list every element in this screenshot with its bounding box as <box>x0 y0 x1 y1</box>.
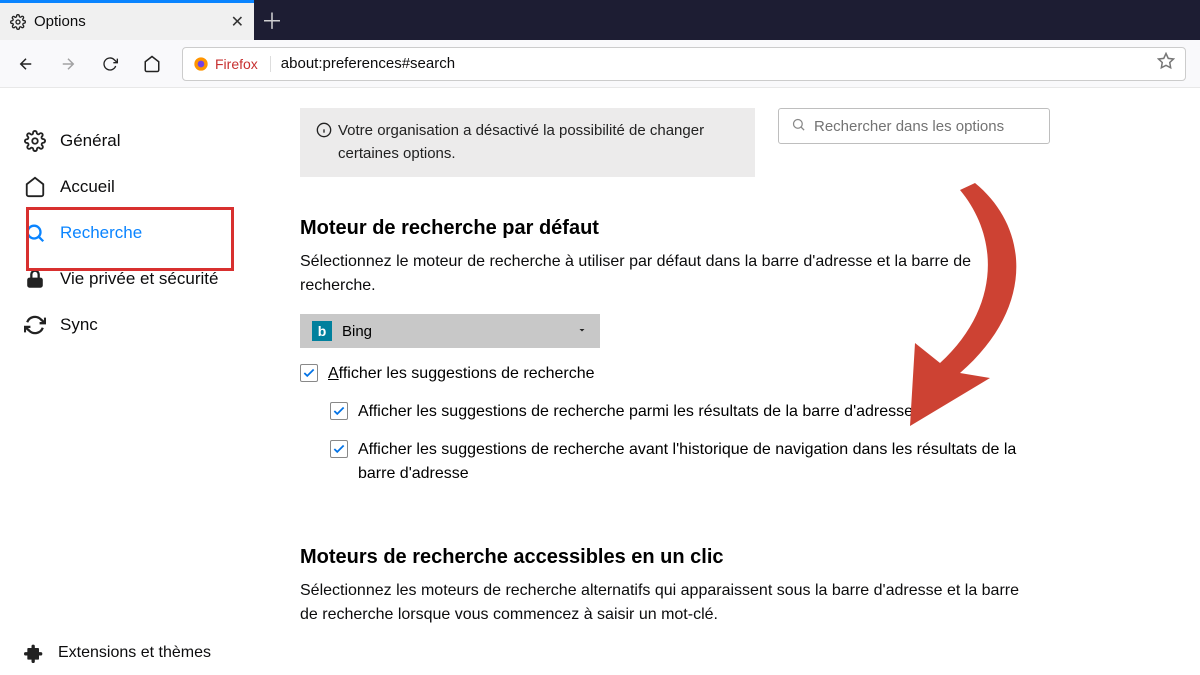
checkbox-suggestions-before-history[interactable]: Afficher les suggestions de recherche av… <box>330 438 1050 486</box>
product-label: Firefox <box>215 56 258 72</box>
gear-icon <box>10 14 26 30</box>
tab-bar: Options ✕ ＋ <box>0 0 1200 40</box>
section-desc: Sélectionnez le moteur de recherche à ut… <box>300 250 1040 298</box>
forward-button[interactable] <box>52 48 84 80</box>
checkbox-label: Afficher les suggestions de recherche av… <box>358 438 1050 486</box>
browser-tab[interactable]: Options ✕ <box>0 0 254 40</box>
back-button[interactable] <box>10 48 42 80</box>
info-banner: Votre organisation a désactivé la possib… <box>300 108 755 177</box>
default-engine-select[interactable]: b Bing <box>300 314 600 348</box>
sidebar-item-sync[interactable]: Sync <box>0 302 260 348</box>
reload-button[interactable] <box>94 48 126 80</box>
sidebar-item-label: Accueil <box>60 177 115 197</box>
firefox-badge: Firefox <box>193 56 271 72</box>
banner-text: Votre organisation a désactivé la possib… <box>338 120 739 165</box>
sidebar-item-label: Recherche <box>60 223 142 243</box>
nav-toolbar: Firefox about:preferences#search <box>0 40 1200 88</box>
close-icon[interactable]: ✕ <box>231 12 244 32</box>
bookmark-star-icon[interactable] <box>1157 52 1175 75</box>
checkbox-icon <box>330 402 348 420</box>
checkbox-icon <box>300 364 318 382</box>
checkbox-label: AAfficher les suggestions de rechercheff… <box>328 362 595 386</box>
preferences-sidebar: Général Accueil Recherche Vie privée et … <box>0 88 260 675</box>
sidebar-item-privacy[interactable]: Vie privée et sécurité <box>0 256 260 302</box>
preferences-content: Votre organisation a désactivé la possib… <box>260 88 1200 675</box>
home-icon <box>24 176 46 198</box>
home-button[interactable] <box>136 48 168 80</box>
chevron-down-icon <box>576 323 588 340</box>
url-bar[interactable]: Firefox about:preferences#search <box>182 47 1186 81</box>
sidebar-item-label: Vie privée et sécurité <box>60 269 218 289</box>
bing-logo-icon: b <box>312 321 332 341</box>
section-heading-oneclick: Moteurs de recherche accessibles en un c… <box>300 546 1160 569</box>
url-text: about:preferences#search <box>281 55 455 72</box>
sidebar-item-addons[interactable]: Extensions et thèmes <box>0 631 260 675</box>
sidebar-item-search[interactable]: Recherche <box>0 210 260 256</box>
lock-icon <box>24 268 46 290</box>
checkbox-show-suggestions[interactable]: AAfficher les suggestions de rechercheff… <box>300 362 1020 386</box>
sidebar-item-home[interactable]: Accueil <box>0 164 260 210</box>
search-placeholder: Rechercher dans les options <box>814 118 1004 135</box>
section-heading-default-engine: Moteur de recherche par défaut <box>300 217 1160 240</box>
gear-icon <box>24 130 46 152</box>
info-icon <box>316 122 332 146</box>
new-tab-button[interactable]: ＋ <box>254 0 290 40</box>
options-search-input[interactable]: Rechercher dans les options <box>778 108 1050 144</box>
search-icon <box>791 117 806 136</box>
sidebar-item-label: Général <box>60 131 120 151</box>
section-desc-oneclick: Sélectionnez les moteurs de recherche al… <box>300 579 1040 627</box>
sidebar-item-label: Sync <box>60 315 98 335</box>
search-icon <box>24 222 46 244</box>
checkbox-icon <box>330 440 348 458</box>
sidebar-footer-label: Extensions et thèmes <box>58 644 211 662</box>
puzzle-icon <box>24 643 44 663</box>
sidebar-item-general[interactable]: Général <box>0 118 260 164</box>
selected-engine-label: Bing <box>342 323 372 340</box>
sync-icon <box>24 314 46 336</box>
checkbox-label: Afficher les suggestions de recherche pa… <box>358 400 913 424</box>
checkbox-suggestions-in-urlbar[interactable]: Afficher les suggestions de recherche pa… <box>330 400 1050 424</box>
tab-title: Options <box>34 13 223 30</box>
